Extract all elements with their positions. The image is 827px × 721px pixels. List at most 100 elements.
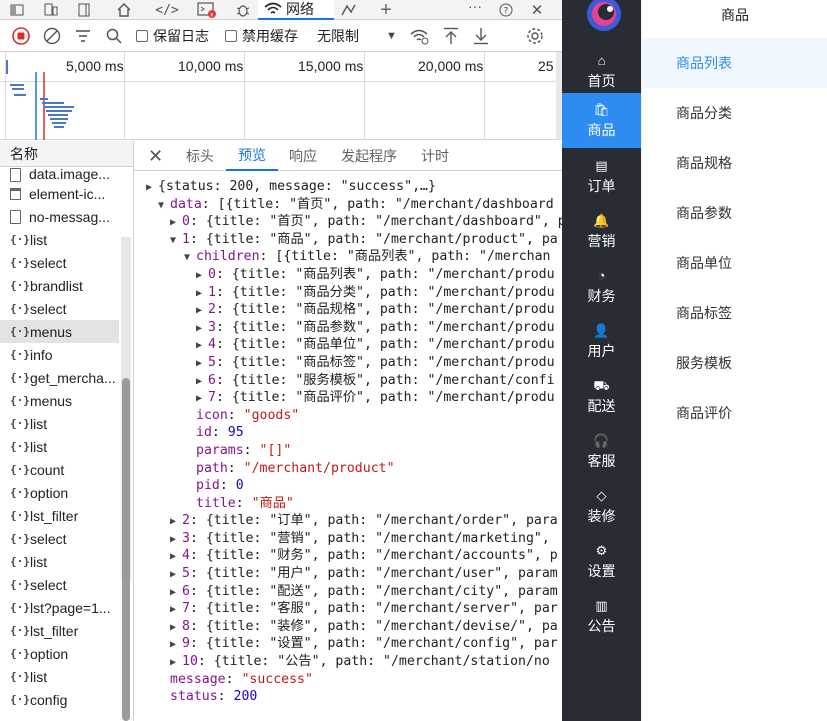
json-line[interactable]: ▶ 4: {title: "财务", path: "/merchant/accou… [134, 547, 562, 565]
json-line[interactable]: ▶ {status: 200, message: "success",…} [134, 178, 562, 196]
download-icon[interactable] [473, 20, 489, 52]
request-row[interactable]: {·} option [0, 642, 119, 665]
more-icon[interactable]: ··· [466, 0, 484, 16]
json-line[interactable]: ▶ 0: {title: "商品列表", path: "/merchant/pro… [134, 266, 562, 284]
collapsed-triangle-icon[interactable]: ▶ [170, 584, 182, 602]
request-row[interactable]: {·} lst_filter [0, 619, 119, 642]
device-toolbar-icon[interactable] [40, 0, 62, 20]
collapsed-triangle-icon[interactable]: ▶ [196, 355, 208, 373]
request-row[interactable]: {·} select [0, 251, 119, 274]
request-row[interactable]: {·} get_mercha... [0, 366, 119, 389]
throttling-select[interactable]: 无限制 [317, 20, 359, 52]
request-row[interactable]: {·} menus [0, 320, 119, 343]
request-list-scrollbar[interactable] [122, 378, 130, 721]
disable-cache-checkbox[interactable]: 禁用缓存 [225, 20, 298, 52]
collapsed-triangle-icon[interactable]: ▶ [170, 214, 182, 232]
network-conditions-icon[interactable] [410, 20, 430, 52]
chevron-down-icon[interactable]: ▼ [386, 20, 397, 52]
submenu-item[interactable]: 商品列表 [642, 38, 827, 88]
submenu-item[interactable]: 商品评价 [642, 388, 827, 438]
welcome-icon[interactable] [112, 0, 136, 20]
collapsed-triangle-icon[interactable]: ▶ [196, 337, 208, 355]
json-line[interactable]: ▶ 10: {title: "公告", path: "/merchant/stat… [134, 653, 562, 671]
request-row[interactable]: {·} list [0, 665, 119, 688]
collapsed-triangle-icon[interactable]: ▶ [196, 390, 208, 408]
tab-network[interactable]: 网络 [258, 0, 334, 20]
nav-item-10[interactable]: ⚙ 设置 [562, 534, 641, 589]
nav-item-7[interactable]: ⛟ 配送 [562, 369, 641, 424]
submenu-item[interactable]: 服务模板 [642, 338, 827, 388]
sources-icon[interactable] [232, 0, 254, 20]
help-icon[interactable]: ? [496, 0, 516, 20]
collapsed-triangle-icon[interactable]: ▶ [170, 566, 182, 584]
json-line[interactable]: ▶ 5: {title: "用户", path: "/merchant/user"… [134, 565, 562, 583]
request-row[interactable]: {·} list [0, 435, 119, 458]
request-row[interactable]: data.image... [0, 167, 119, 182]
json-line[interactable]: ▶ 6: {title: "服务模板", path: "/merchant/con… [134, 372, 562, 390]
nav-item-1[interactable]: ⌂ 首页 [562, 44, 641, 99]
json-line[interactable]: ▶ 6: {title: "配送", path: "/merchant/city"… [134, 583, 562, 601]
panel-icon[interactable] [74, 0, 94, 20]
nav-item-9[interactable]: ◇ 装修 [562, 479, 641, 534]
request-row[interactable]: element-ic... [0, 182, 119, 205]
collapsed-triangle-icon[interactable]: ▶ [170, 531, 182, 549]
submenu-item[interactable]: 商品分类 [642, 88, 827, 138]
request-row[interactable]: {·} list [0, 550, 119, 573]
json-line[interactable]: ▶ 9: {title: "设置", path: "/merchant/confi… [134, 635, 562, 653]
filter-icon[interactable] [75, 20, 91, 52]
json-line[interactable]: ▼ children: [{title: "商品列表", path: "/merc… [134, 248, 562, 266]
request-row[interactable]: {·} info [0, 343, 119, 366]
collapsed-triangle-icon[interactable]: ▶ [170, 548, 182, 566]
collapsed-triangle-icon[interactable]: ▶ [170, 601, 182, 619]
collapsed-triangle-icon[interactable]: ▶ [170, 619, 182, 637]
json-line[interactable]: ▶ 3: {title: "营销", path: "/merchant/marke… [134, 530, 562, 548]
collapsed-triangle-icon[interactable]: ▶ [170, 636, 182, 654]
submenu-item[interactable]: 商品单位 [642, 238, 827, 288]
collapsed-triangle-icon[interactable]: ▶ [196, 373, 208, 391]
submenu-item[interactable]: 商品规格 [642, 138, 827, 188]
close-details-icon[interactable]: ✕ [148, 141, 163, 171]
nav-item-6[interactable]: 👤 用户 [562, 314, 641, 369]
json-line[interactable]: ▶ 7: {title: "客服", path: "/merchant/serve… [134, 600, 562, 618]
tab-headers[interactable]: 标头 [186, 141, 214, 171]
performance-icon[interactable] [338, 0, 364, 20]
timeline-overview[interactable]: 5,000 ms 10,000 ms 15,000 ms 20,000 ms 2… [0, 52, 556, 140]
json-line[interactable]: ▶ 0: {title: "首页", path: "/merchant/dashb… [134, 213, 562, 231]
expanded-triangle-icon[interactable]: ▼ [184, 249, 196, 267]
close-icon[interactable]: ✕ [528, 0, 546, 20]
settings-gear-icon[interactable] [526, 20, 544, 52]
collapsed-triangle-icon[interactable]: ▶ [170, 513, 182, 531]
preserve-log-checkbox[interactable]: 保留日志 [136, 20, 209, 52]
collapsed-triangle-icon[interactable]: ▶ [196, 320, 208, 338]
collapsed-triangle-icon[interactable]: ▶ [196, 267, 208, 285]
upload-icon[interactable] [443, 20, 459, 52]
collapsed-triangle-icon[interactable]: ▶ [146, 179, 158, 197]
json-line[interactable]: ▶ 3: {title: "商品参数", path: "/merchant/pro… [134, 319, 562, 337]
request-row[interactable]: {·} count [0, 458, 119, 481]
tab-response[interactable]: 响应 [289, 141, 317, 171]
nav-item-8[interactable]: 🎧 客服 [562, 424, 641, 479]
request-row[interactable]: no-messag... [0, 205, 119, 228]
request-row[interactable]: {·} menus [0, 389, 119, 412]
elements-icon[interactable]: </> [154, 0, 180, 20]
collapsed-triangle-icon[interactable]: ▶ [170, 654, 182, 672]
tab-preview[interactable]: 预览 [226, 141, 278, 171]
request-row[interactable]: {·} select [0, 527, 119, 550]
search-icon[interactable] [106, 20, 122, 52]
nav-item-4[interactable]: 🔔 营销 [562, 204, 641, 259]
nav-item-11[interactable]: ▥ 公告 [562, 589, 641, 644]
console-icon[interactable]: x [194, 0, 220, 20]
nav-item-3[interactable]: ▤ 订单 [562, 149, 641, 204]
submenu-item[interactable]: 商品标签 [642, 288, 827, 338]
request-row[interactable]: {·} option [0, 481, 119, 504]
json-line[interactable]: ▶ 7: {title: "商品评价", path: "/merchant/pro… [134, 389, 562, 407]
request-row[interactable]: {·} lst?page=1... [0, 596, 119, 619]
json-line[interactable]: ▶ 2: {title: "订单", path: "/merchant/order… [134, 512, 562, 530]
request-list-header[interactable]: 名称 [0, 141, 133, 167]
request-row[interactable]: {·} config [0, 688, 119, 711]
clear-icon[interactable] [43, 20, 61, 52]
dock-icon[interactable] [6, 0, 28, 20]
json-line[interactable]: ▶ 1: {title: "商品分类", path: "/merchant/pro… [134, 284, 562, 302]
collapsed-triangle-icon[interactable]: ▶ [196, 285, 208, 303]
json-line[interactable]: ▶ 8: {title: "装修", path: "/merchant/devis… [134, 618, 562, 636]
